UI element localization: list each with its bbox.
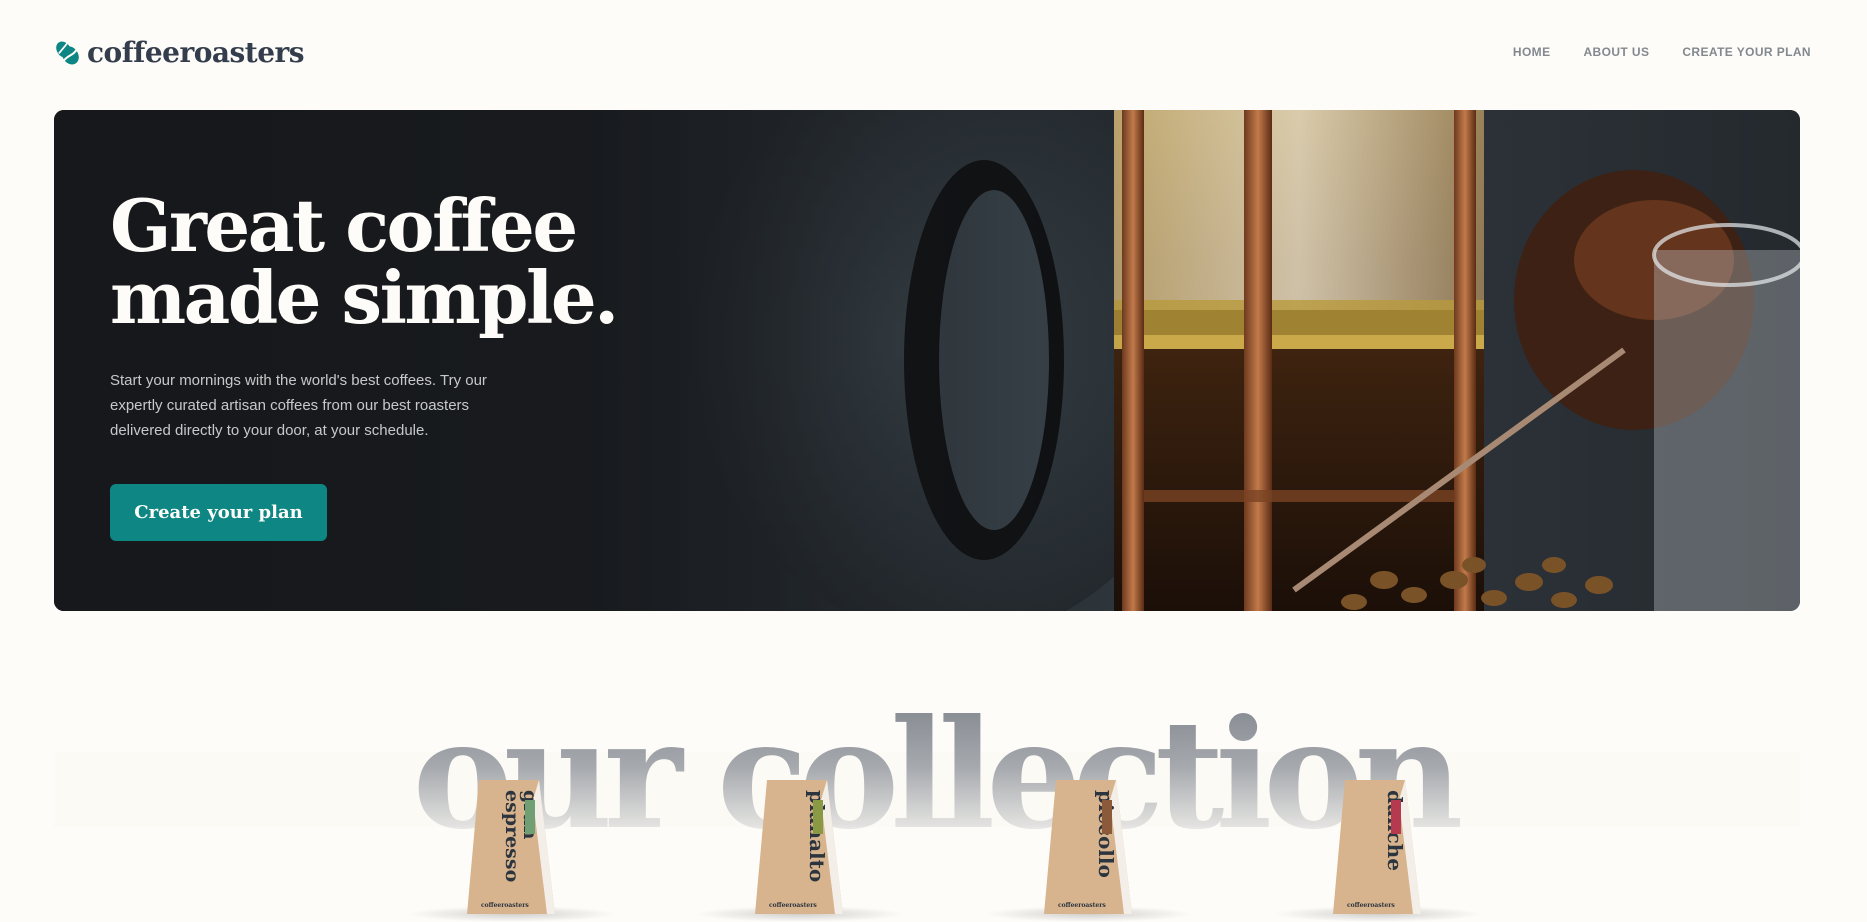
main-nav: HOME ABOUT US CREATE YOUR PLAN — [1513, 45, 1811, 59]
product-bag-planalto[interactable]: planalto coffeeroasters — [695, 780, 905, 922]
create-your-plan-button[interactable]: Create your plan — [110, 484, 327, 541]
hero-title-line-1: Great coffee — [110, 183, 578, 268]
bag-brand: coffeeroasters — [769, 902, 817, 909]
product-bag-danche[interactable]: danche coffeeroasters — [1273, 780, 1483, 922]
bag-color-stripe — [813, 800, 823, 834]
nav-about-us[interactable]: ABOUT US — [1583, 45, 1649, 59]
hero-content: Great coffee made simple. Start your mor… — [110, 190, 650, 541]
product-list: gran espresso coffeeroasters planalto co… — [0, 780, 1867, 922]
bag-brand: coffeeroasters — [1058, 902, 1106, 909]
product-bag-piccollo[interactable]: piccollo coffeeroasters — [984, 780, 1194, 922]
hero-title-line-2: made simple. — [110, 255, 619, 340]
bag-color-stripe — [1391, 800, 1401, 834]
nav-home[interactable]: HOME — [1513, 45, 1551, 59]
product-bag-gran-espresso[interactable]: gran espresso coffeeroasters — [407, 780, 617, 922]
logo[interactable]: coffeeroasters — [54, 35, 305, 69]
nav-create-your-plan[interactable]: CREATE YOUR PLAN — [1682, 45, 1811, 59]
logo-text: coffeeroasters — [87, 35, 305, 69]
coffee-bean-icon — [56, 41, 79, 64]
bag-brand: coffeeroasters — [1347, 902, 1395, 909]
bag-color-stripe — [1102, 800, 1112, 834]
hero-title: Great coffee made simple. — [110, 190, 650, 334]
bag-brand: coffeeroasters — [481, 902, 529, 909]
site-header: coffeeroasters HOME ABOUT US CREATE YOUR… — [54, 30, 1811, 74]
hero-description: Start your mornings with the world's bes… — [110, 372, 487, 439]
hero-banner: Great coffee made simple. Start your mor… — [54, 110, 1800, 611]
bag-color-stripe — [525, 800, 535, 834]
